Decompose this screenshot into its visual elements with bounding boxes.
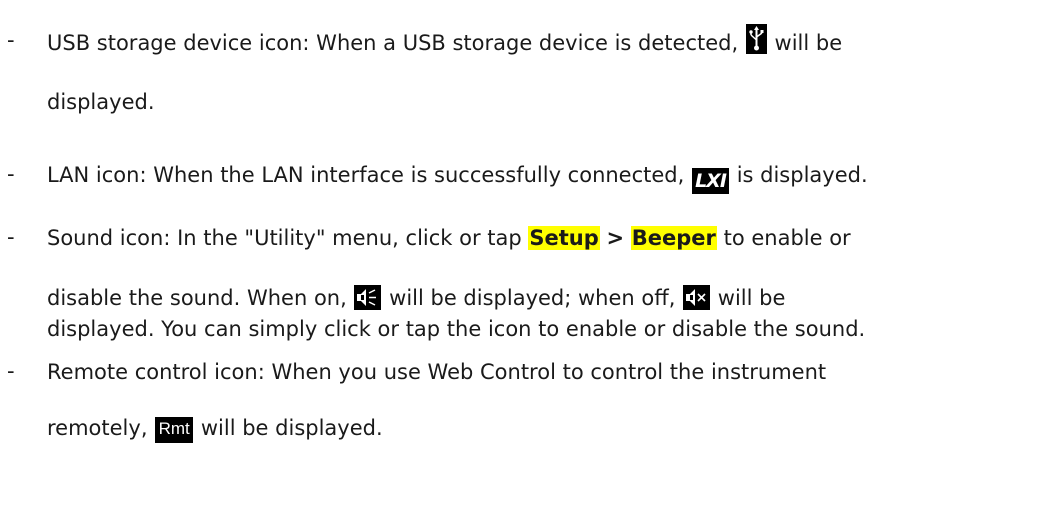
bullet-text: displayed. (47, 90, 155, 114)
speaker-on-icon (354, 285, 382, 310)
menu-beeper-label: Beeper (630, 226, 717, 250)
bullet-text: Sound icon: In the "Utility" menu, click… (47, 226, 522, 250)
bullet-text: Remote control icon: When you use Web Co… (47, 360, 827, 384)
bullet-marker: - (7, 359, 15, 383)
remote-control-icon: Rmt (155, 417, 194, 443)
bullet-text: will be displayed. (200, 416, 383, 440)
bullet-text: will be (717, 286, 786, 310)
bullet-marker: - (7, 225, 15, 249)
bullet-line: Sound icon: In the "Utility" menu, click… (47, 224, 851, 252)
bullet-text: displayed. You can simply click or tap t… (47, 317, 866, 341)
bullet-line: USB storage device icon: When a USB stor… (47, 24, 843, 57)
menu-separator: > (606, 226, 625, 250)
bullet-text: will be (774, 31, 843, 55)
bullet-marker: - (7, 28, 15, 52)
bullet-text: USB storage device icon: When a USB stor… (47, 31, 739, 55)
bullet-text: remotely, (47, 416, 148, 440)
lxi-lan-icon: LXI (692, 168, 729, 194)
bullet-line: remotely, Rmt will be displayed. (47, 414, 383, 451)
speaker-off-icon (683, 285, 711, 310)
bullet-line: disable the sound. When on, will be disp… (47, 284, 785, 312)
bullet-text: to enable or (723, 226, 851, 250)
usb-storage-icon (745, 24, 767, 54)
bullet-text: LAN icon: When the LAN interface is succ… (47, 163, 685, 187)
bullet-line: displayed. You can simply click or tap t… (47, 315, 865, 343)
bullet-text: disable the sound. When on, (47, 286, 347, 310)
menu-setup-label: Setup (528, 226, 600, 250)
bullet-line: displayed. (47, 88, 155, 116)
bullet-line: LAN icon: When the LAN interface is succ… (47, 161, 868, 196)
bullet-text: is displayed. (736, 163, 868, 187)
bullet-line: Remote control icon: When you use Web Co… (47, 358, 826, 386)
bullet-marker: - (7, 162, 15, 186)
bullet-text: will be displayed; when off, (389, 286, 676, 310)
